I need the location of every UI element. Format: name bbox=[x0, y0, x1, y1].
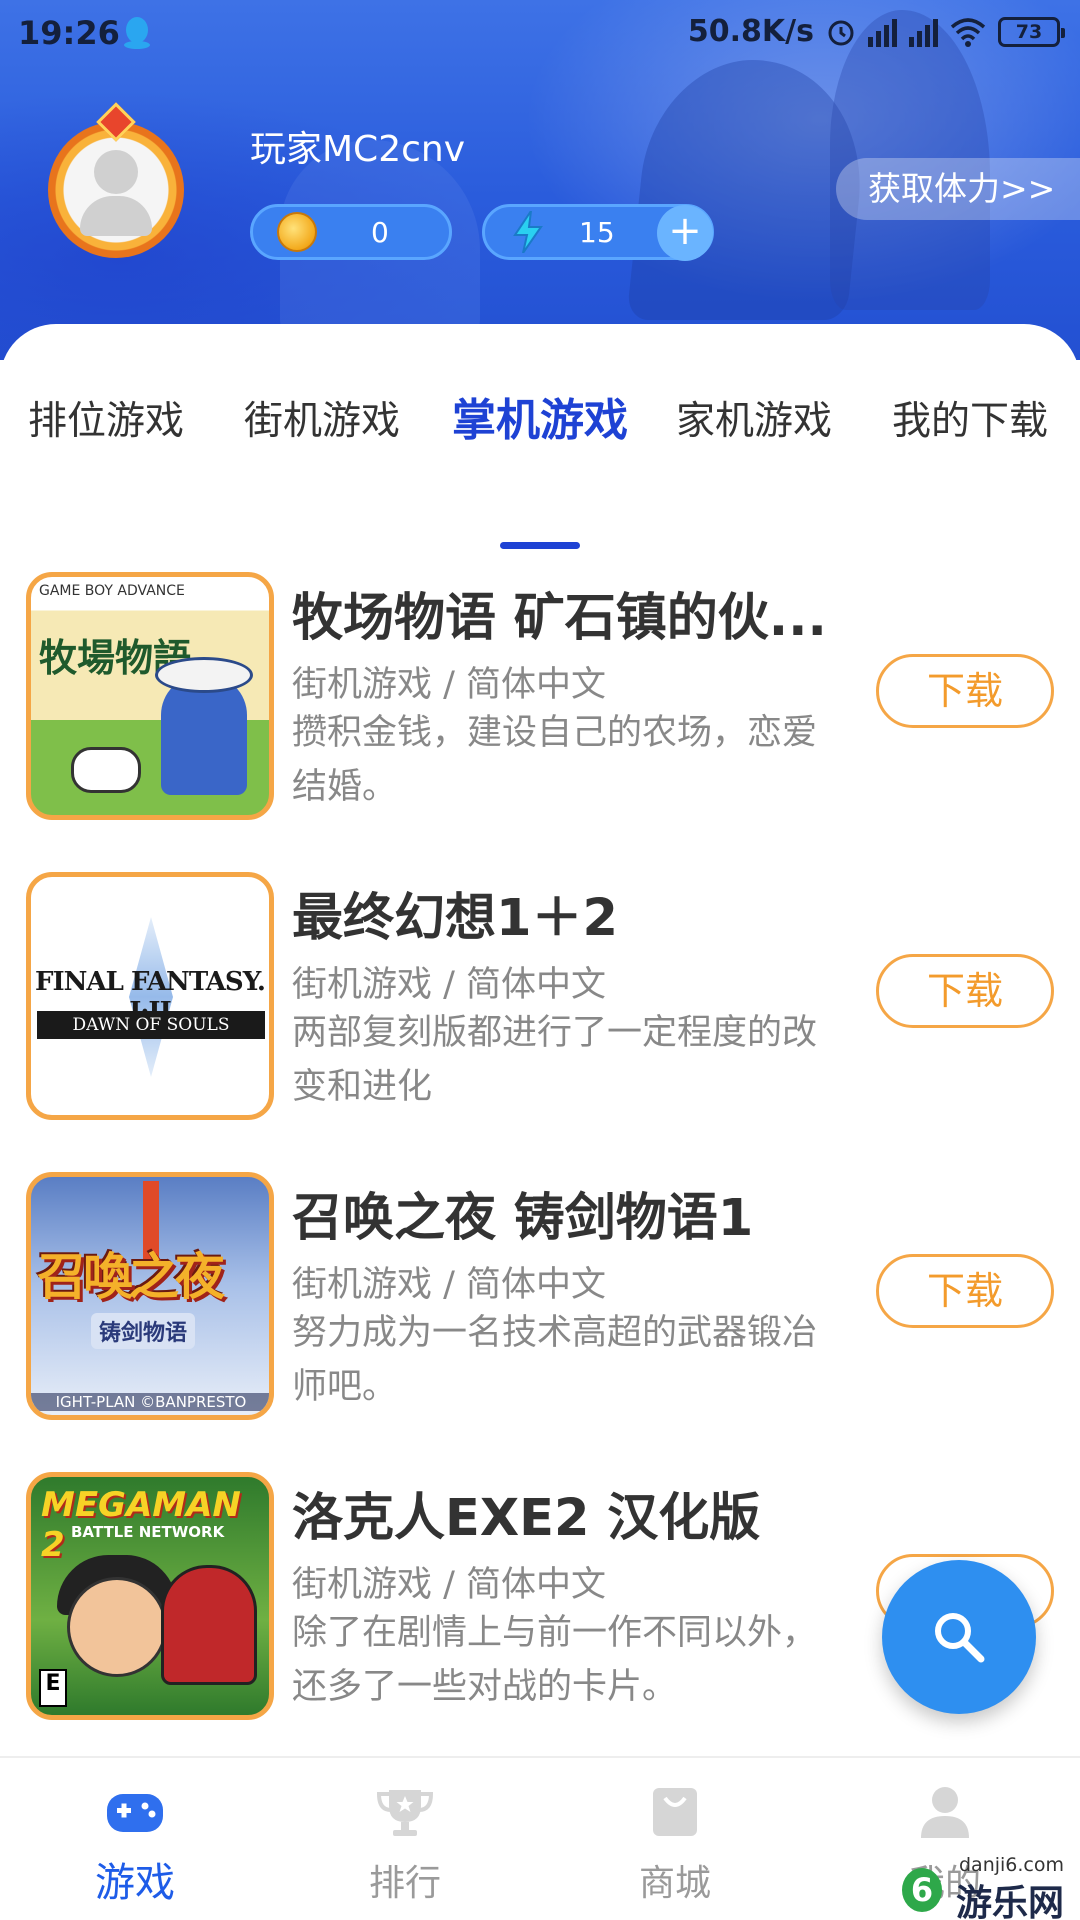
tab-my-downloads[interactable]: 我的下载 bbox=[892, 390, 1048, 446]
search-icon bbox=[935, 1613, 985, 1663]
add-energy-button[interactable]: + bbox=[657, 205, 713, 261]
download-button[interactable]: 下载 bbox=[876, 654, 1054, 728]
energy-count: 15 bbox=[579, 215, 615, 249]
game-cover[interactable]: 召喚之夜 铸剑物语 IGHT-PLAN ©BANPRESTO bbox=[26, 1172, 274, 1420]
qq-notification-icon bbox=[124, 17, 150, 49]
cover-title: 召喚之夜 bbox=[37, 1247, 225, 1306]
tab-arcade-games[interactable]: 街机游戏 bbox=[244, 390, 400, 446]
game-list-item[interactable]: GAME BOY ADVANCE 牧場物語 牧场物语 矿石镇的伙... 街机游戏… bbox=[0, 572, 1080, 832]
default-avatar-icon bbox=[94, 150, 138, 194]
signal-icon bbox=[909, 17, 938, 47]
energy-balance: 15 + bbox=[482, 204, 714, 261]
game-category: 街机游戏 / 简体中文 bbox=[292, 1265, 607, 1305]
game-cover[interactable]: GAME BOY ADVANCE 牧場物語 bbox=[26, 572, 274, 820]
nav-label: 排行 bbox=[368, 1863, 441, 1904]
nav-label: 游戏 bbox=[95, 1860, 175, 1906]
status-time: 19:26 bbox=[18, 14, 120, 52]
gamepad-icon bbox=[107, 1794, 163, 1832]
game-description: 努力成为一名技术高超的武器锻冶师吧。 bbox=[292, 1313, 818, 1407]
game-category: 街机游戏 / 简体中文 bbox=[292, 965, 607, 1005]
coin-icon bbox=[277, 212, 317, 252]
game-title[interactable]: 牧场物语 矿石镇的伙... bbox=[292, 576, 827, 650]
game-list-item[interactable]: 召喚之夜 铸剑物语 IGHT-PLAN ©BANPRESTO 召唤之夜 铸剑物语… bbox=[0, 1172, 1080, 1432]
cover-character bbox=[161, 675, 247, 795]
cover-caption: GAME BOY ADVANCE bbox=[39, 583, 185, 599]
shopping-bag-icon bbox=[653, 1788, 697, 1836]
watermark-name: 游乐网 bbox=[955, 1883, 1064, 1920]
username: 玩家MC2cnv bbox=[250, 129, 466, 170]
game-category: 街机游戏 / 简体中文 bbox=[292, 1565, 607, 1605]
download-button[interactable]: 下载 bbox=[876, 954, 1054, 1028]
game-description: 攒积金钱，建设自己的农场，恋爱结婚。 bbox=[292, 713, 818, 807]
cover-caption: 铸剑物语 bbox=[91, 1313, 196, 1349]
profile-header: 19:26 50.8K/s 73 玩家MC2cnv 0 15 + 获取体力>> bbox=[0, 0, 1080, 360]
cover-credit: IGHT-PLAN ©BANPRESTO bbox=[31, 1393, 269, 1411]
cover-hero bbox=[161, 1565, 257, 1685]
game-title[interactable]: 洛克人EXE2 汉化版 bbox=[292, 1476, 760, 1550]
content-card: 排位游戏 街机游戏 掌机游戏 家机游戏 我的下载 GAME BOY ADVANC… bbox=[0, 324, 1080, 1756]
get-energy-button[interactable]: 获取体力>> bbox=[836, 158, 1080, 220]
esrb-rating-icon: E bbox=[39, 1669, 67, 1707]
cover-caption: BATTLE NETWORK bbox=[71, 1523, 225, 1541]
coin-count: 0 bbox=[371, 215, 389, 249]
tab-ranked-games[interactable]: 排位游戏 bbox=[28, 390, 184, 446]
tab-handheld-games[interactable]: 掌机游戏 bbox=[452, 384, 628, 448]
game-cover[interactable]: FINAL FANTASY. I·II DAWN OF SOULS bbox=[26, 872, 274, 1120]
nav-games[interactable]: 游戏 bbox=[0, 1758, 270, 1920]
watermark-url: danji6.com bbox=[958, 1854, 1064, 1876]
nav-ranking[interactable]: 排行 bbox=[270, 1758, 540, 1920]
trophy-icon bbox=[376, 1790, 434, 1836]
battery-icon: 73 bbox=[998, 16, 1065, 47]
download-button[interactable]: 下载 bbox=[876, 1254, 1054, 1328]
category-tabs: 排位游戏 街机游戏 掌机游戏 家机游戏 我的下载 bbox=[0, 390, 1080, 549]
nav-store[interactable]: 商城 bbox=[540, 1758, 810, 1920]
game-list-item[interactable]: FINAL FANTASY. I·II DAWN OF SOULS 最终幻想1＋… bbox=[0, 872, 1080, 1132]
site-watermark: 6 danji6.com 游乐网 bbox=[902, 1854, 1072, 1920]
game-title[interactable]: 最终幻想1＋2 bbox=[292, 876, 618, 950]
nav-label: 商城 bbox=[638, 1863, 711, 1904]
avatar[interactable] bbox=[36, 102, 196, 268]
status-bar: 19:26 50.8K/s 73 bbox=[0, 0, 1080, 66]
game-title[interactable]: 召唤之夜 铸剑物语1 bbox=[292, 1176, 753, 1250]
alarm-icon bbox=[828, 20, 854, 45]
search-button[interactable] bbox=[882, 1560, 1036, 1714]
cover-character bbox=[67, 1577, 167, 1677]
cover-hat bbox=[155, 657, 253, 693]
network-speed: 50.8K/s bbox=[687, 14, 814, 49]
watermark-logo: 6 bbox=[902, 1868, 942, 1912]
status-icons: 50.8K/s 73 bbox=[687, 14, 1065, 49]
cover-dog bbox=[71, 747, 141, 793]
game-description: 除了在剧情上与前一作不同以外，还多了一些对战的卡片。 bbox=[292, 1613, 818, 1707]
coin-balance: 0 bbox=[250, 204, 452, 260]
game-cover[interactable]: MEGAMAN 2 BATTLE NETWORK E bbox=[26, 1472, 274, 1720]
signal-icon bbox=[868, 17, 897, 47]
tab-indicator bbox=[500, 542, 580, 549]
game-category: 街机游戏 / 简体中文 bbox=[292, 665, 607, 705]
user-icon bbox=[921, 1787, 969, 1838]
wifi-icon bbox=[950, 17, 986, 47]
game-description: 两部复刻版都进行了一定程度的改变和进化 bbox=[292, 1013, 818, 1107]
lightning-icon bbox=[513, 211, 543, 253]
tab-console-games[interactable]: 家机游戏 bbox=[676, 390, 832, 446]
cover-caption: DAWN OF SOULS bbox=[37, 1011, 265, 1039]
